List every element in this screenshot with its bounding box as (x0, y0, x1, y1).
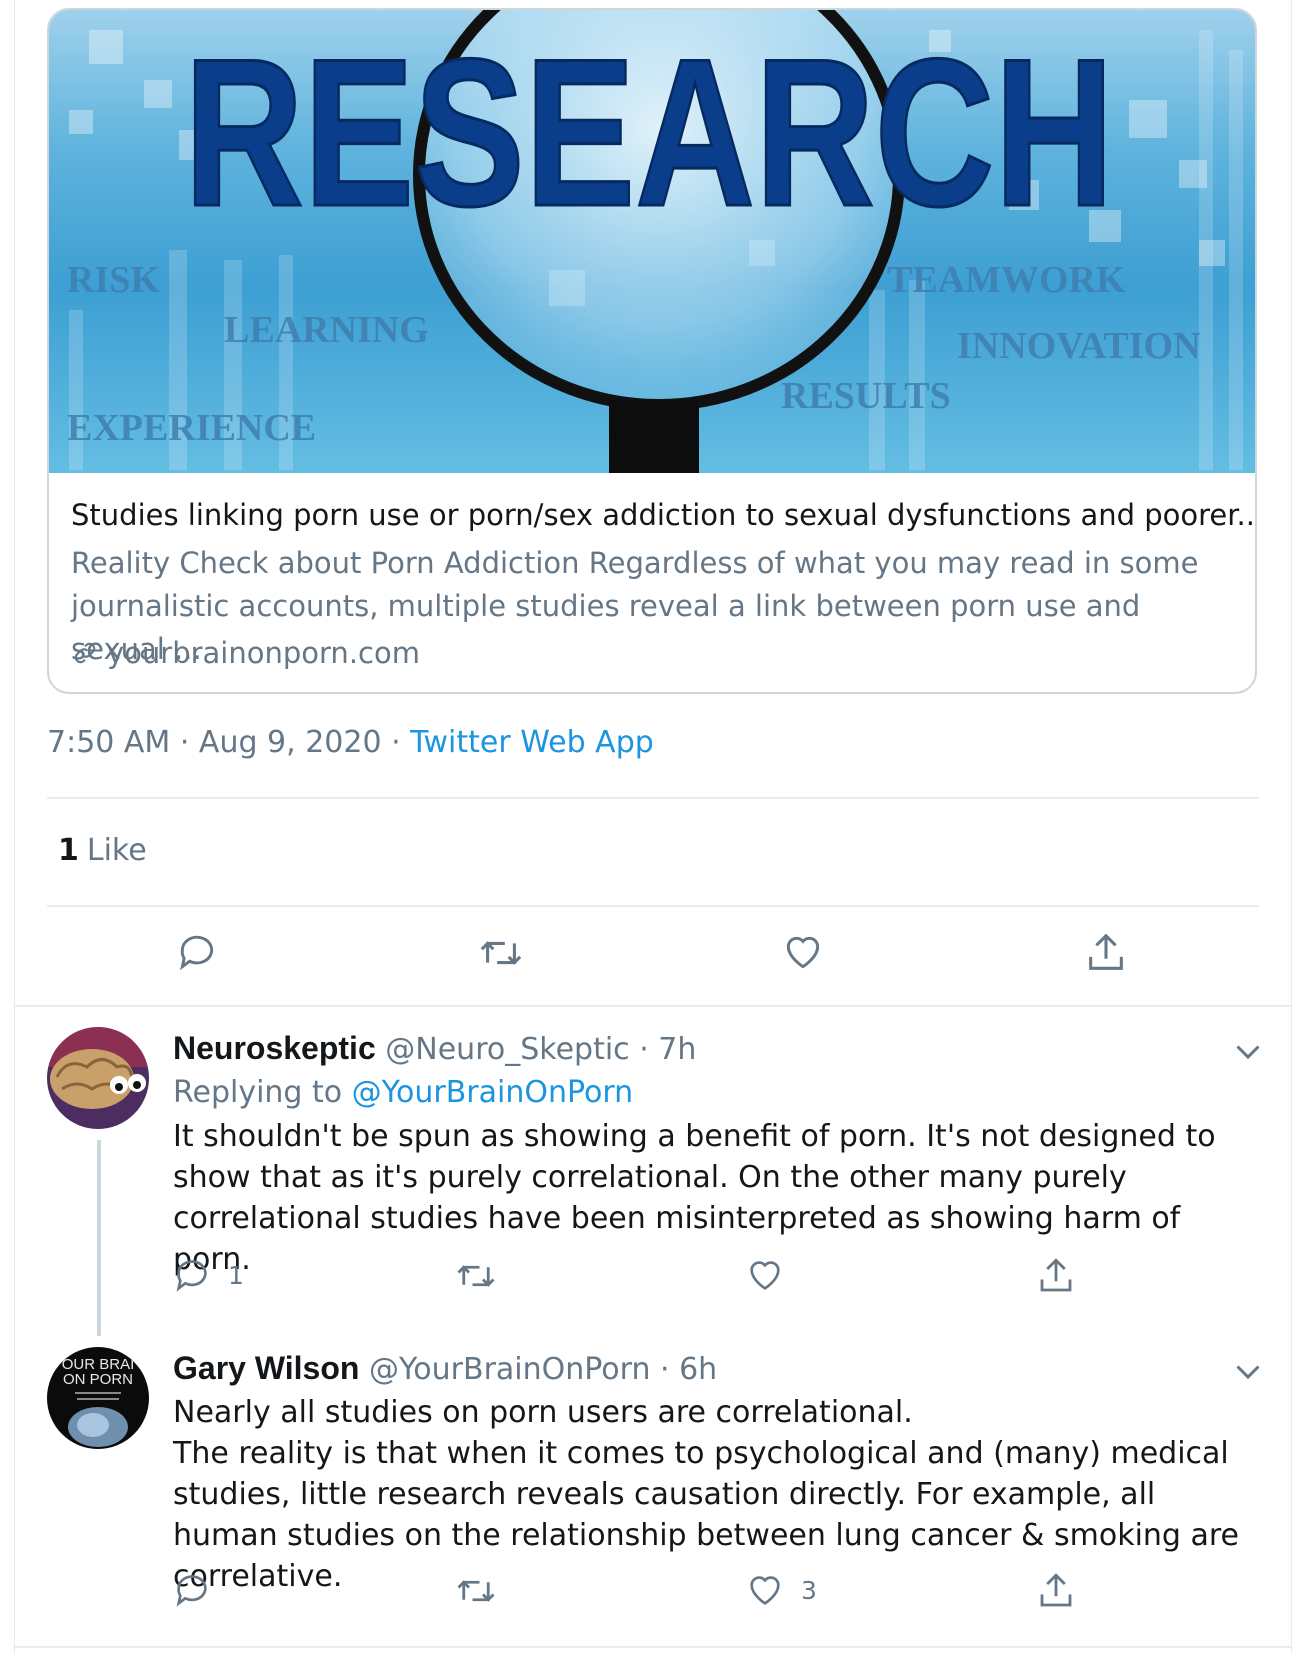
share-button[interactable] (1035, 1570, 1077, 1612)
tweet-source-link[interactable]: Twitter Web App (410, 725, 654, 760)
retweet-button[interactable] (455, 1255, 497, 1297)
reply-action-bar: 3 (0, 1570, 1300, 1630)
reply-author-handle[interactable]: @Neuro_Skeptic (385, 1032, 629, 1067)
share-button[interactable] (1083, 930, 1129, 976)
card-image-word-innovation: INNOVATION (957, 325, 1201, 367)
likes-count: 1 (58, 833, 79, 868)
chevron-down-icon[interactable] (1230, 1033, 1266, 1069)
card-image-word-experience: EXPERIENCE (67, 407, 316, 449)
replying-label: Replying to (173, 1075, 352, 1110)
share-icon (1040, 1573, 1072, 1607)
retweet-icon (480, 941, 522, 965)
reply-text: Nearly all studies on porn users are cor… (173, 1392, 1263, 1597)
tweet-timestamp: 7:50 AM · Aug 9, 2020 · Twitter Web App (47, 725, 654, 760)
likes-label: Like (86, 833, 147, 868)
reply-header: Neuroskeptic @Neuro_Skeptic · 7h (173, 1030, 696, 1067)
divider (47, 905, 1259, 907)
link-preview-card[interactable]: RESEARCH RISK LEARNING EXPERIENCE TEAMWO… (47, 8, 1257, 694)
card-image-word-learning: LEARNING (224, 309, 429, 351)
reply-icon (180, 935, 214, 971)
reply-author-name[interactable]: Neuroskeptic (173, 1030, 376, 1066)
tweet-time[interactable]: 7:50 AM (47, 725, 170, 760)
retweet-icon (457, 1580, 495, 1602)
retweet-icon (457, 1265, 495, 1287)
reply-time[interactable]: 6h (679, 1352, 717, 1387)
card-image-headline: RESEARCH (184, 15, 1114, 250)
divider (14, 1646, 1292, 1648)
like-button[interactable]: 3 (745, 1570, 817, 1610)
retweet-button[interactable] (455, 1570, 497, 1612)
reply-author-name[interactable]: Gary Wilson (173, 1350, 359, 1386)
avatar-neuroskeptic[interactable] (47, 1027, 149, 1129)
heart-icon (786, 936, 820, 969)
divider (47, 797, 1259, 799)
chevron-down-icon[interactable] (1230, 1353, 1266, 1389)
card-image-word-risk: RISK (67, 259, 160, 301)
reply-button[interactable] (175, 930, 219, 974)
like-count: 3 (801, 1575, 817, 1605)
reply-icon (176, 1575, 207, 1607)
like-button[interactable] (745, 1255, 785, 1295)
reply-count: 1 (228, 1260, 244, 1290)
reply-text-line: Nearly all studies on porn users are cor… (173, 1395, 913, 1430)
card-image-word-results: RESULTS (781, 375, 951, 417)
tweet-action-bar (0, 930, 1300, 990)
meta-separator: · (650, 1352, 680, 1387)
reply-button[interactable] (172, 1570, 228, 1610)
reply-time[interactable]: 7h (658, 1032, 696, 1067)
likes-stat[interactable]: 1 Like (58, 833, 147, 868)
card-image-word-teamwork: TEAMWORK (887, 259, 1126, 301)
reply-action-bar: 1 (0, 1255, 1300, 1315)
card-image: RESEARCH RISK LEARNING EXPERIENCE TEAMWO… (49, 10, 1255, 473)
card-domain: yourbrainonporn.com (71, 636, 420, 670)
share-icon (1089, 933, 1123, 970)
avatar-gary-wilson[interactable]: OUR BRAI ON PORN (47, 1347, 149, 1449)
share-button[interactable] (1035, 1255, 1077, 1297)
avatar-text-line-2: ON PORN (63, 1371, 133, 1388)
reply-icon (176, 1260, 207, 1292)
meta-separator: · (381, 725, 411, 760)
card-domain-text: yourbrainonporn.com (107, 636, 420, 670)
tweet-date[interactable]: Aug 9, 2020 (199, 725, 382, 760)
reply-header: Gary Wilson @YourBrainOnPorn · 6h (173, 1350, 717, 1387)
replying-to: Replying to @YourBrainOnPorn (173, 1075, 633, 1110)
replying-to-mention[interactable]: @YourBrainOnPorn (352, 1075, 634, 1110)
divider (14, 1005, 1292, 1007)
heart-icon (750, 1576, 780, 1605)
retweet-button[interactable] (478, 930, 524, 976)
card-title: Studies linking porn use or porn/sex add… (71, 498, 1257, 532)
reply-author-handle[interactable]: @YourBrainOnPorn (369, 1352, 651, 1387)
heart-icon (750, 1261, 780, 1290)
like-button[interactable] (781, 930, 825, 974)
meta-separator: · (629, 1032, 659, 1067)
meta-separator: · (170, 725, 199, 760)
link-icon (74, 642, 96, 664)
share-icon (1040, 1258, 1072, 1292)
reply-button[interactable]: 1 (172, 1255, 244, 1295)
